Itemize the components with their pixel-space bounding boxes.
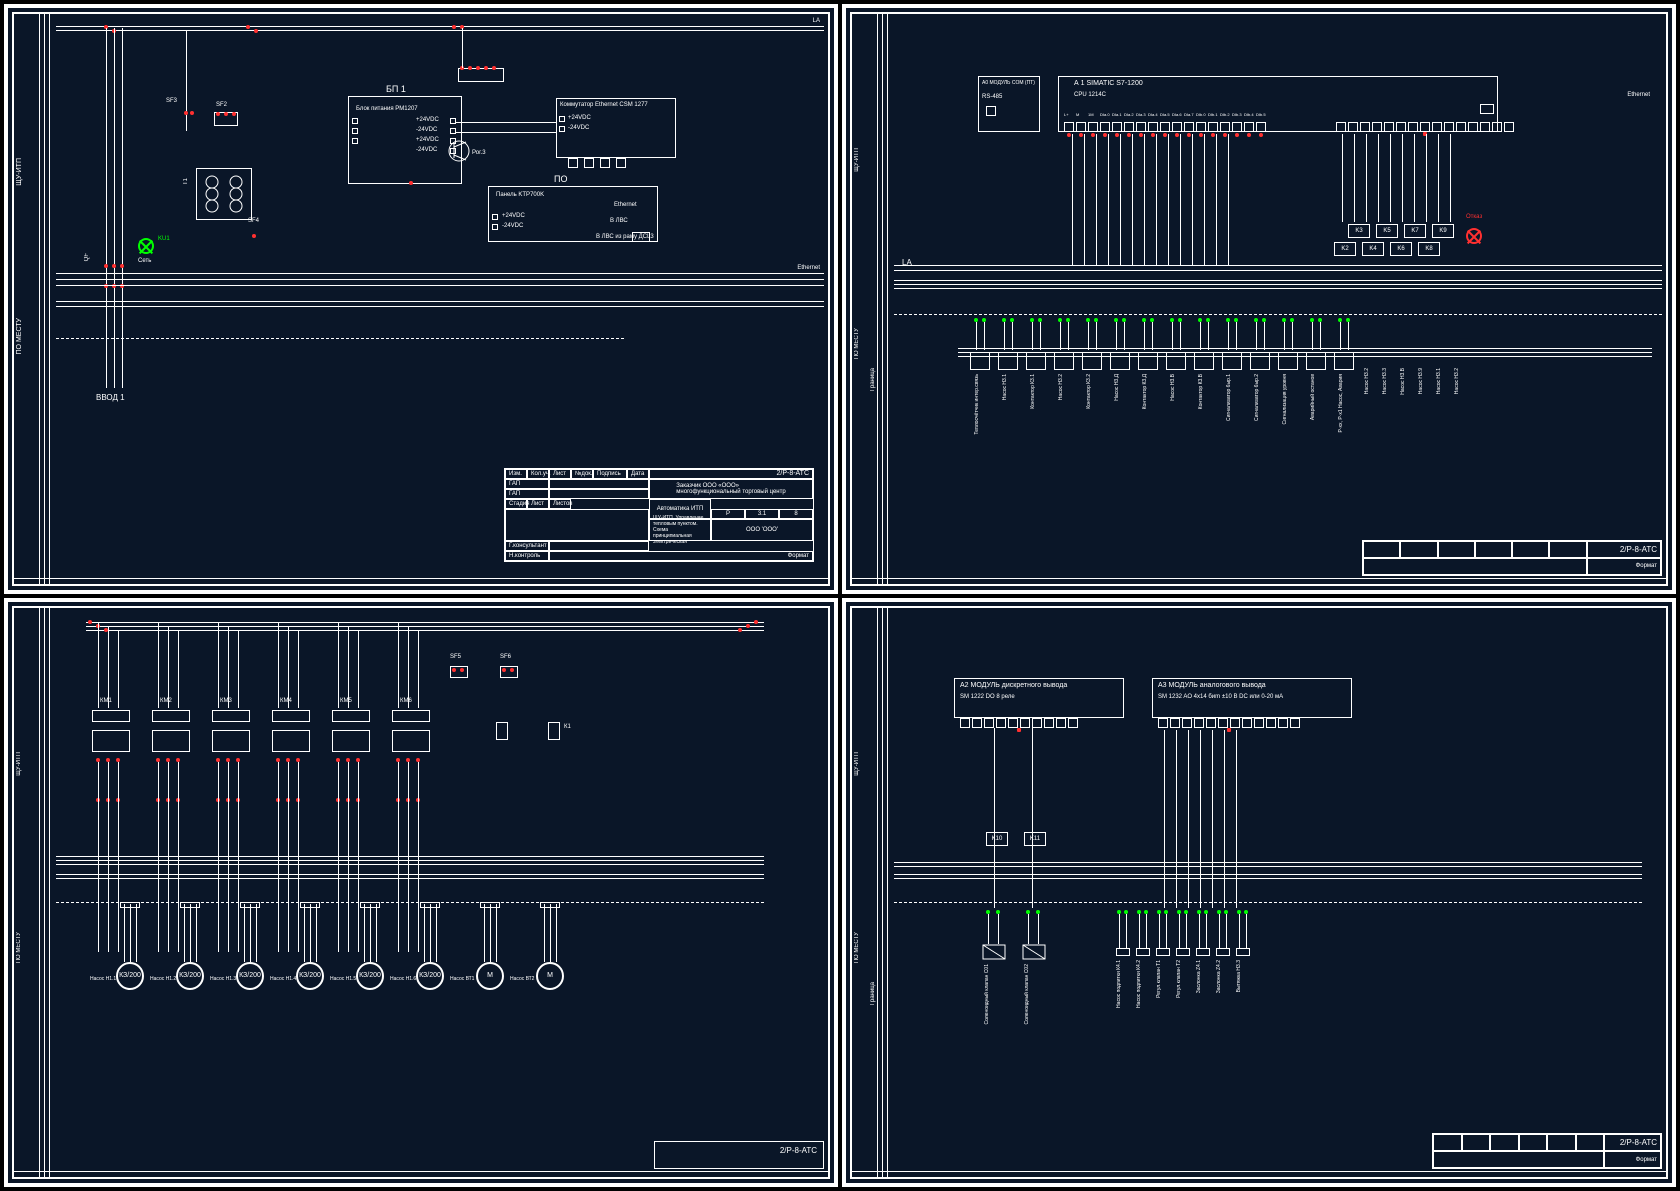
- sf4-label: SF4: [248, 218, 259, 224]
- sf2-label: SF2: [216, 102, 227, 108]
- sf3-label: SF3: [166, 98, 177, 104]
- channel-6: Контактор К3.Д: [1136, 318, 1160, 408]
- relay-k11: K11: [1024, 832, 1046, 846]
- po-desc: Панель KTP700K: [496, 192, 544, 198]
- contactor-КМ1: КМ1: [86, 708, 140, 828]
- lamp-icon: [138, 238, 154, 254]
- vvod-label: ВВОД 1: [96, 393, 125, 402]
- contactor-КМ4: КМ4: [266, 708, 320, 828]
- doc-code: 2/Р-8-АТС: [649, 469, 813, 479]
- relay-k3: K3: [1348, 224, 1370, 238]
- lamp-fault-icon: [1466, 228, 1482, 244]
- relay-k8: K8: [1418, 242, 1440, 256]
- a3-terminals: [1158, 718, 1300, 728]
- relay-k6: K6: [1390, 242, 1412, 256]
- bp1-title: БП 1: [386, 84, 406, 94]
- channel-8: Контактор К3.В: [1192, 318, 1216, 408]
- channel-9: Сигнализатор 6ыр.1: [1220, 318, 1244, 408]
- di-terminals: L+M1MDIa.0DIa.1DIa.2DIa.3DIa.4DIa.5DIa.6…: [1064, 122, 1266, 132]
- channel-11: Сигнализация уровня: [1276, 318, 1300, 408]
- channel-0: Теплосчётчик интер.связь: [968, 318, 992, 408]
- rog-label: Рог.3: [472, 150, 486, 156]
- set-label: Сеть: [138, 258, 151, 264]
- drawing-area-2: А0 МОДУЛЬ COM (ПТ) RS-485 А 1 SIMATIC S7…: [894, 18, 1662, 576]
- channel-7: Насос Н3.В: [1164, 318, 1188, 408]
- title-block-3: 2/Р-8-АТС: [654, 1141, 824, 1169]
- relay-k9: K9: [1432, 224, 1454, 238]
- channel-3: Насос Н3.2: [1052, 318, 1076, 408]
- title-block-4: 2/Р-8-АТС Формат: [1432, 1133, 1662, 1169]
- channel-10: Сигнализатор 6ыр.2: [1248, 318, 1272, 408]
- drawing-area-1: LA QF KU1 Сеть ВВ: [56, 18, 824, 576]
- title-block: Изм.Кол.уч.Лист№док.ПодписьДата 2/Р-8-АТ…: [504, 468, 814, 562]
- switch-title: Коммутатор Ethernet CSM 1277: [560, 102, 648, 108]
- po-eth: Ethernet: [614, 202, 637, 208]
- relay-k10: K10: [986, 832, 1008, 846]
- po-title: ПО: [554, 174, 567, 184]
- t1-label: T1: [183, 178, 189, 185]
- contactor-КМ3: КМ3: [206, 708, 260, 828]
- sheet-4: ПО МЕСТУ ЩУ-ИТП Граница А2 МОДУЛЬ дискре…: [842, 598, 1676, 1188]
- sheet-3: ПО МЕСТУ ЩУ-ИТП SF5 SF6 К1 КМ1: [4, 598, 838, 1188]
- eth-right: Ethernet: [797, 265, 820, 271]
- title-block-2: 2/Р-8-АТС Формат: [1362, 540, 1662, 576]
- qf-label: QF: [84, 253, 90, 261]
- a2-terminals: [960, 718, 1078, 728]
- channel-2: Контактор К3.1: [1024, 318, 1048, 408]
- channel-4: Контактор К3.2: [1080, 318, 1104, 408]
- contactor-КМ6: КМ6: [386, 708, 440, 828]
- channel-12: Аварийный останов: [1304, 318, 1328, 408]
- sheet-2: ПО МЕСТУ ЩУ-ИТП Граница А0 МОДУЛЬ COM (П…: [842, 4, 1676, 594]
- ku1-label: KU1: [158, 236, 170, 242]
- drawing-area-3: SF5 SF6 К1 КМ1КМ2КМ3КМ4КМ5КМ6: [56, 612, 824, 1170]
- sheet-1: ПО МЕСТУ ЩУ-ИТП LA QF: [4, 4, 838, 594]
- cad-layout: ПО МЕСТУ ЩУ-ИТП LA QF: [0, 0, 1680, 1191]
- po-note: В ЛВС из рамy ДСL3: [596, 234, 654, 240]
- contactor-КМ5: КМ5: [326, 708, 380, 828]
- channel-5: Насос Н3.Д: [1108, 318, 1132, 408]
- po-note-label: В ЛВС: [610, 218, 628, 224]
- channel-13: Р-хх, Р-х1 Насос, Авария: [1332, 318, 1356, 408]
- sf6-label: SF6: [500, 654, 511, 660]
- contactor-КМ2: КМ2: [146, 708, 200, 828]
- relay-k5: K5: [1376, 224, 1398, 238]
- rail-shu-itp: ЩУ-ИТП: [16, 158, 23, 186]
- relay-k4: K4: [1362, 242, 1384, 256]
- bp1-desc: Блок питания PM1207: [356, 106, 418, 112]
- rail-po-mestu: ПО МЕСТУ: [16, 318, 23, 354]
- sf5-label: SF5: [450, 654, 461, 660]
- do-terminals: [1336, 122, 1514, 132]
- k1-label: К1: [564, 724, 571, 730]
- drawing-area-4: А2 МОДУЛЬ дискретного вывода SM 1222 DO …: [894, 612, 1662, 1170]
- relay-k7: K7: [1404, 224, 1426, 238]
- relay-k2: K2: [1334, 242, 1356, 256]
- bus-la: LA: [813, 18, 820, 24]
- channel-1: Насос Н3.1: [996, 318, 1020, 408]
